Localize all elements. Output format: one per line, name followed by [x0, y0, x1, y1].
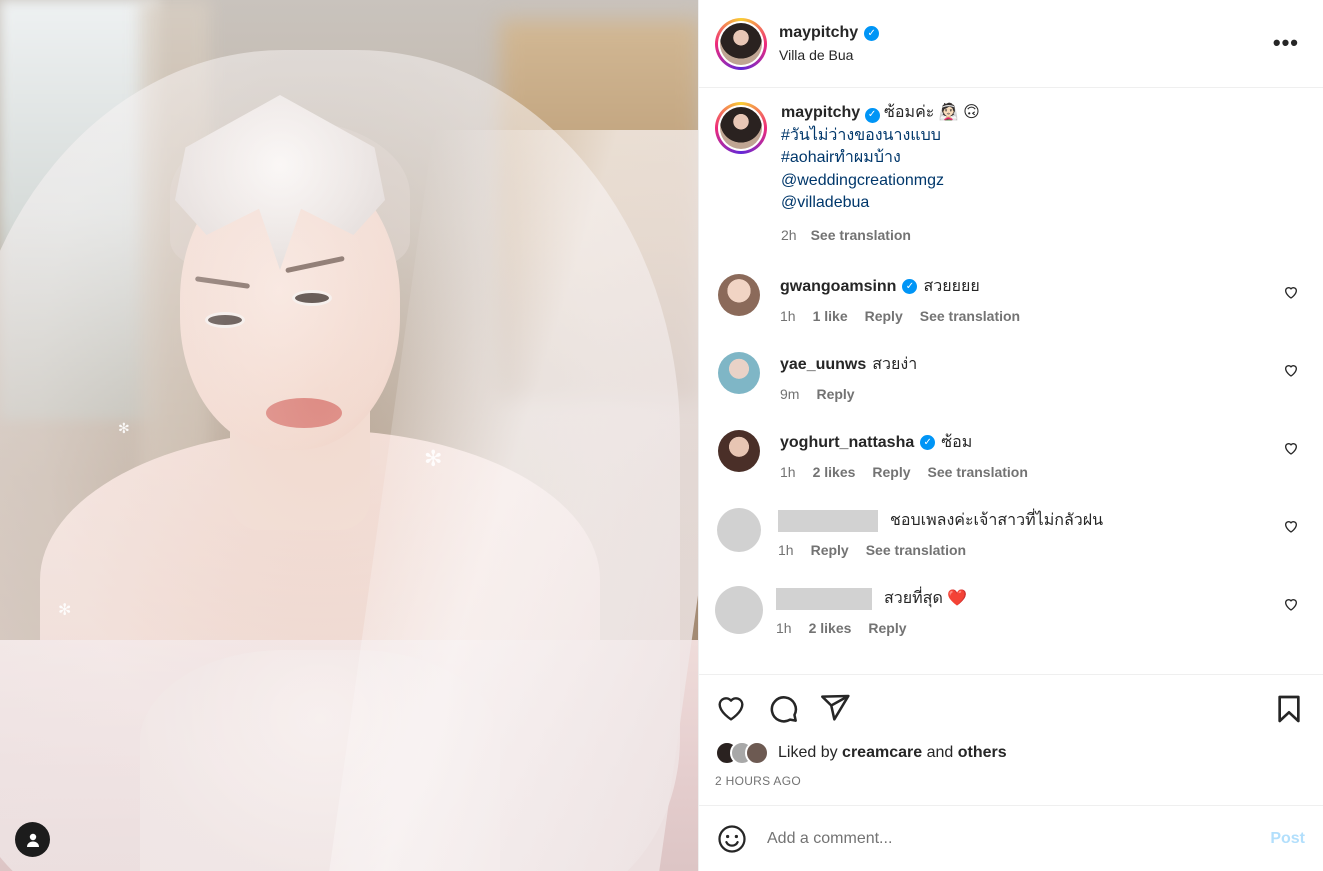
author-username[interactable]: maypitchy [779, 24, 858, 42]
add-comment-input[interactable] [767, 829, 1271, 848]
share-paper-plane-icon[interactable] [819, 692, 851, 724]
author-avatar[interactable] [715, 17, 767, 70]
author-avatar-image [720, 22, 762, 65]
comment-text: สวยยยย [923, 278, 980, 295]
comments-scroll-area[interactable]: maypitchy ✓ ซ้อมค่ะ 👰🏻 🙃 #วันไม่ว่างของน… [699, 88, 1323, 674]
commenter-avatar[interactable] [715, 586, 763, 634]
post-actions: Liked by creamcare and others 2 HOURS AG… [699, 674, 1323, 805]
post-caption: maypitchy ✓ ซ้อมค่ะ 👰🏻 🙃 #วันไม่ว่างของน… [715, 102, 1307, 246]
verified-badge-icon: ✓ [864, 107, 880, 123]
caption-author-avatar[interactable] [715, 102, 767, 154]
veil-flower-icon: ✻ [424, 446, 443, 471]
caption-text: ซ้อมค่ะ 👰🏻 🙃 [884, 104, 980, 121]
comment-likes-count[interactable]: 2 likes [809, 620, 852, 636]
save-bookmark-icon[interactable] [1273, 693, 1305, 725]
redacted-username [776, 587, 872, 610]
hashtag-link[interactable]: #aohairทำผมบ้าง [781, 147, 980, 170]
see-translation-button[interactable]: See translation [866, 542, 966, 558]
comment-text: ซ้อม [941, 434, 973, 451]
comment-text: สวยง่า [872, 356, 918, 373]
reply-button[interactable]: Reply [868, 620, 906, 636]
like-comment-heart-icon[interactable] [1283, 284, 1299, 300]
comment-time[interactable]: 1h [780, 464, 796, 480]
post-location[interactable]: Villa de Bua [779, 47, 879, 63]
more-options-button[interactable]: ••• [1273, 30, 1299, 56]
comment-text: ชอบเพลงค่ะเจ้าสาวที่ไม่กลัวฝน [890, 512, 1104, 529]
comment-time[interactable]: 9m [780, 386, 799, 402]
caption-username[interactable]: maypitchy [781, 104, 860, 121]
comment-item: yoghurt_nattasha ✓ ซ้อม 1h 2 likes Reply… [715, 430, 1307, 480]
like-heart-icon[interactable] [715, 692, 747, 724]
verified-badge-icon: ✓ [920, 435, 936, 450]
commenter-username[interactable]: gwangoamsinn [780, 278, 896, 296]
liker-avatar[interactable] [745, 741, 769, 765]
liked-by-prefix: Liked by [778, 744, 838, 761]
post-comment-button[interactable]: Post [1270, 830, 1305, 848]
see-translation-button[interactable]: See translation [811, 224, 911, 247]
verified-badge-icon: ✓ [864, 25, 880, 41]
redacted-username [778, 509, 878, 532]
like-comment-heart-icon[interactable] [1283, 518, 1299, 534]
add-comment-bar: Post [699, 805, 1323, 871]
reply-button[interactable]: Reply [816, 386, 854, 402]
commenter-username[interactable]: yae_uunws [780, 356, 866, 374]
post-side-panel: maypitchy ✓ Villa de Bua ••• maypitchy ✓… [698, 0, 1323, 871]
comment-item: yae_uunws สวยง่า 9m Reply [715, 352, 1307, 402]
reply-button[interactable]: Reply [865, 308, 903, 324]
liked-by-row: Liked by creamcare and others [715, 741, 1307, 765]
liked-by-user[interactable]: creamcare [842, 744, 922, 761]
liked-by-others[interactable]: others [958, 744, 1007, 761]
comment-time[interactable]: 1h [778, 542, 794, 558]
commenter-avatar[interactable] [718, 274, 760, 316]
comment-item: gwangoamsinn ✓ สวยยยย 1h 1 like Reply Se… [715, 274, 1307, 324]
reply-button[interactable]: Reply [811, 542, 849, 558]
mention-link[interactable]: @weddingcreationmgz [781, 170, 980, 193]
commenter-avatar[interactable] [718, 430, 760, 472]
commenter-username[interactable]: yoghurt_nattasha [780, 434, 914, 452]
caption-time[interactable]: 2h [781, 224, 797, 247]
post-time-ago[interactable]: 2 HOURS AGO [715, 774, 1307, 788]
like-comment-heart-icon[interactable] [1283, 440, 1299, 456]
person-icon [26, 833, 39, 847]
like-comment-heart-icon[interactable] [1283, 362, 1299, 378]
comment-likes-count[interactable]: 1 like [813, 308, 848, 324]
comment-bubble-icon[interactable] [767, 692, 799, 724]
verified-badge-icon: ✓ [902, 279, 918, 294]
liked-by-and: and [926, 744, 954, 761]
comment-item: ชอบเพลงค่ะเจ้าสาวที่ไม่กลัวฝน 1h Reply S… [715, 508, 1307, 558]
see-translation-button[interactable]: See translation [920, 308, 1020, 324]
mention-link[interactable]: @villadebua [781, 192, 980, 215]
like-comment-heart-icon[interactable] [1283, 596, 1299, 612]
post-header: maypitchy ✓ Villa de Bua ••• [699, 0, 1323, 88]
veil-flower-icon: ✻ [58, 602, 72, 619]
commenter-avatar[interactable] [717, 508, 761, 552]
commenter-avatar[interactable] [718, 352, 760, 394]
tagged-users-button[interactable] [15, 822, 50, 857]
emoji-picker-icon[interactable] [717, 824, 747, 854]
comment-time[interactable]: 1h [776, 620, 792, 636]
comment-likes-count[interactable]: 2 likes [813, 464, 856, 480]
comment-time[interactable]: 1h [780, 308, 796, 324]
post-dialog: ✻ ✻ ✻ maypitchy ✓ Villa de Bua ••• maypi… [0, 0, 1323, 871]
reply-button[interactable]: Reply [872, 464, 910, 480]
post-photo[interactable]: ✻ ✻ ✻ [0, 0, 698, 871]
veil-flower-icon: ✻ [118, 420, 130, 436]
see-translation-button[interactable]: See translation [928, 464, 1028, 480]
hashtag-link[interactable]: #วันไม่ว่างของนางแบบ [781, 125, 980, 148]
comment-item: สวยที่สุด ❤️ 1h 2 likes Reply [715, 586, 1307, 636]
comment-text: สวยที่สุด ❤️ [884, 590, 968, 607]
